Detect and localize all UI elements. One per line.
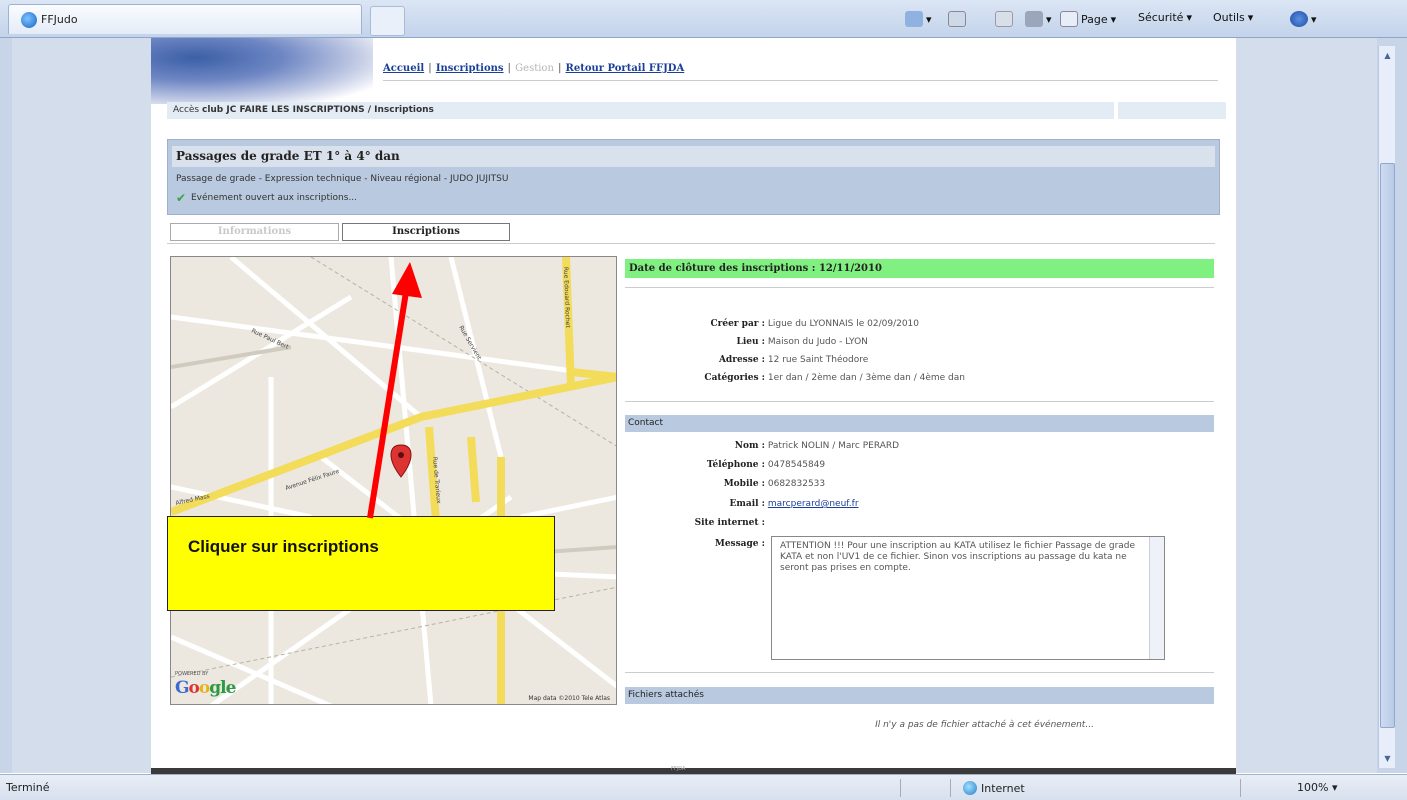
divider [383, 80, 1218, 81]
detail-created-by: Créer par : Ligue du LYONNAIS le 02/09/2… [710, 319, 920, 329]
security-menu-label: Sécurité [1138, 11, 1184, 24]
event-title: Passages de grade ET 1° à 4° dan [172, 146, 1215, 167]
print-icon [1025, 11, 1043, 27]
help-icon [1290, 11, 1308, 27]
browser-tab[interactable]: FFJudo [8, 4, 362, 34]
status-text: Terminé [6, 781, 50, 794]
home-icon [905, 11, 923, 27]
nav-retour-portail[interactable]: Retour Portail FFJDA [566, 63, 685, 74]
detail-lieu: Lieu : Maison du Judo - LYON [736, 337, 868, 347]
main-nav: Accueil | Inscriptions | Gestion | Retour Port… [383, 63, 685, 74]
breadcrumb-tail [1118, 102, 1226, 119]
google-logo[interactable]: Google [175, 678, 236, 698]
tools-menu-label: Outils [1213, 11, 1245, 24]
nav-gestion: Gestion [515, 63, 554, 74]
message-textarea[interactable]: ATTENTION !!! Pour une inscription au KA… [771, 536, 1165, 660]
divider [167, 243, 1215, 244]
contact-header: Contact [625, 415, 1214, 432]
event-open-status: ✔ Evénement ouvert aux inscriptions... [176, 191, 358, 205]
tools-menu[interactable]: Outils ▾ [1213, 11, 1253, 24]
mail-icon [995, 11, 1013, 27]
vertical-scrollbar[interactable]: ▲ ▼ [1378, 46, 1395, 768]
contact-nom: Nom : Patrick NOLIN / Marc PERARD [734, 441, 900, 451]
scrollbar-thumb[interactable] [1380, 163, 1395, 728]
checkmark-icon: ✔ [176, 191, 187, 205]
street-label-2: Rue Edouard Rochet [562, 267, 571, 329]
contact-site: Site internet : [694, 518, 765, 528]
detail-adresse: Adresse : 12 rue Saint Théodore [718, 355, 869, 365]
contact-message-label: Message : [714, 539, 765, 549]
breadcrumb-path: club JC FAIRE LES INSCRIPTIONS / Inscrip… [201, 105, 434, 115]
zoom-level[interactable]: 100% ▾ [1297, 781, 1337, 794]
closing-date: Date de clôture des inscriptions : 12/11… [625, 259, 1214, 278]
street-label-1: Avenue Félix Faure [284, 468, 340, 492]
read-mail-button[interactable] [995, 11, 1013, 27]
map-roads: Rue Paul Bert Avenue Félix Faure Rue Edo… [171, 257, 616, 704]
contact-mobile: Mobile : 0682832533 [723, 479, 826, 489]
status-bar: Terminé Internet 100% ▾ [0, 774, 1407, 800]
instruction-callout: Cliquer sur inscriptions [167, 516, 555, 611]
help-button[interactable]: ▾ [1290, 11, 1317, 27]
callout-text: Cliquer sur inscriptions [188, 537, 379, 556]
breadcrumb: Accès club JC FAIRE LES INSCRIPTIONS / I… [167, 102, 1114, 119]
message-scrollbar[interactable] [1149, 537, 1164, 659]
page-icon [1060, 11, 1078, 27]
browser-toolbar: FFJudo Page ▾ Sécurité ▾ Outils ▾ ▾ ▾ ▾ [0, 0, 1407, 38]
security-zone[interactable]: Internet [963, 781, 1025, 795]
page-menu[interactable]: Page ▾ [1060, 11, 1116, 27]
security-menu[interactable]: Sécurité ▾ [1138, 11, 1192, 24]
globe-icon [963, 781, 977, 795]
print-button[interactable]: ▾ [1025, 11, 1052, 27]
divider [625, 401, 1214, 402]
divider [625, 287, 1214, 288]
scroll-up-icon[interactable]: ▲ [1380, 48, 1395, 63]
tab-inscriptions[interactable]: Inscriptions [342, 223, 510, 241]
scroll-down-icon[interactable]: ▼ [1380, 751, 1395, 766]
no-attachment-text: Il n'y a pas de fichier attaché à cet év… [875, 720, 1094, 730]
detail-categories: Catégories : 1er dan / 2ème dan / 3ème d… [704, 373, 965, 383]
map-credit[interactable]: Map data ©2010 Tele Atlas [528, 695, 610, 702]
event-subtitle: Passage de grade - Expression technique … [176, 174, 509, 184]
nav-inscriptions[interactable]: Inscriptions [436, 63, 504, 74]
ffjda-logo [151, 38, 373, 104]
contact-email: Email : marcperard@neuf.fr [729, 499, 859, 509]
ie-page-icon [21, 12, 37, 28]
attachments-header: Fichiers attachés [625, 687, 1214, 704]
nav-accueil[interactable]: Accueil [383, 63, 424, 74]
page-menu-label: Page [1081, 12, 1108, 26]
event-header: Passages de grade ET 1° à 4° dan Passage… [167, 139, 1220, 215]
feeds-button[interactable] [948, 11, 966, 27]
browser-tab-title: FFJudo [41, 13, 78, 26]
rss-icon [948, 11, 966, 27]
contact-telephone: Téléphone : 0478545849 [706, 460, 826, 470]
new-tab-button[interactable] [370, 6, 405, 36]
divider [625, 672, 1214, 673]
powered-by-label: POWERED BY [175, 671, 209, 677]
email-link[interactable]: marcperard@neuf.fr [768, 499, 859, 509]
tab-informations[interactable]: Informations [170, 223, 339, 241]
google-map[interactable]: Rue Paul Bert Avenue Félix Faure Rue Edo… [170, 256, 617, 705]
home-button[interactable]: ▾ [905, 11, 932, 27]
